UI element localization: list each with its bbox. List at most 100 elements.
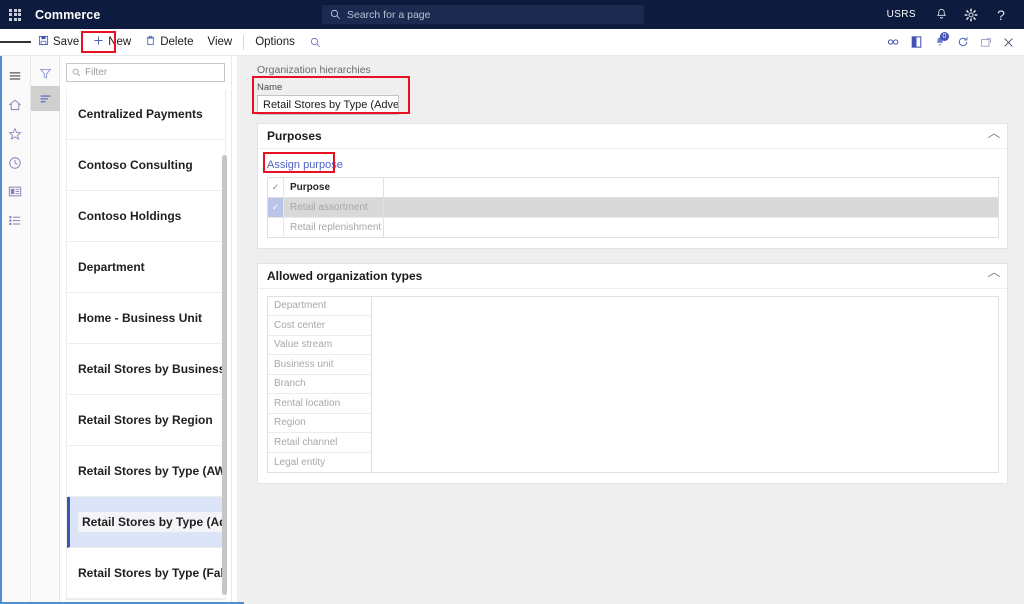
search-icon [330,9,341,20]
list-item-label: Retail Stores by Type (Fabrik.. [78,566,225,580]
allowed-types-section-header[interactable]: Allowed organization types [258,264,1007,289]
view-label: View [207,36,233,48]
chevron-up-icon[interactable] [987,131,1001,142]
new-button[interactable]: New [86,29,138,56]
save-button[interactable]: Save [31,29,86,56]
row-checkmark-icon[interactable]: ✓ [268,197,284,217]
list-item-label: Contoso Consulting [78,158,193,172]
application-window: Commerce Search for a page USRS ? Save N… [0,0,1024,604]
view-menu-button[interactable]: View [200,29,239,56]
allowed-type-cell[interactable]: Cost center [268,316,372,336]
allowed-type-cell[interactable]: Branch [268,374,372,394]
allowed-type-cell[interactable]: Value stream [268,335,372,355]
delete-button[interactable]: Delete [138,29,200,56]
recent-clock-icon[interactable] [0,148,31,177]
allowed-type-cell[interactable]: Region [268,413,372,433]
list-item-label: Retail Stores by Type (AW) [78,464,225,478]
hamburger-icon[interactable] [0,61,31,90]
list-item-label: Contoso Holdings [78,209,182,223]
allowed-types-grid: Department Cost center Value stream Busines… [267,295,999,473]
purposes-column-header[interactable]: Purpose [284,178,384,197]
list-item[interactable]: Contoso Consulting [67,140,225,191]
search-icon [72,64,81,82]
list-item[interactable]: Centralized Payments [67,89,225,140]
company-selector[interactable]: USRS [877,9,926,20]
allowed-types-section-body: Department Cost center Value stream Busines… [258,295,1007,473]
toolbar-search-icon[interactable] [302,29,329,56]
close-icon[interactable] [997,29,1020,56]
home-icon[interactable] [0,90,31,119]
toolbar-right-actions: 0 [882,29,1024,56]
navigation-menu-button[interactable] [0,29,31,56]
purposes-grid-row[interactable]: Retail replenishment [268,217,998,237]
purposes-section-header[interactable]: Purposes [258,124,1007,149]
name-field-group: Name Retail Stores by Type (Adventur... [244,76,1024,115]
allowed-type-cell[interactable]: Retail channel [268,433,372,453]
purposes-grid-row[interactable]: ✓ Retail assortment [268,197,998,217]
plus-icon [93,35,104,49]
global-search-input[interactable]: Search for a page [322,5,644,24]
purposes-grid-header: ✓ Purpose [268,178,998,198]
favorites-star-icon[interactable] [0,119,31,148]
purpose-name-cell[interactable]: Retail replenishment [284,218,384,237]
app-title: Commerce [35,7,101,22]
allowed-type-cell[interactable]: Legal entity [268,452,372,472]
records-list-scroll-area[interactable]: Centralized Payments Contoso Consulting Co… [60,88,232,604]
chevron-up-icon[interactable] [987,270,1001,281]
gear-icon[interactable] [956,0,986,29]
list-item[interactable]: Contoso Holdings [67,191,225,242]
save-icon [38,35,49,49]
purposes-grid-rows: ✓ Retail assortment Retail replenishment [268,197,998,237]
list-item[interactable]: Retail Stores by Type (Fabrik.. [67,548,225,599]
list-item[interactable]: Retail Stores by Business Unit [67,344,225,395]
topbar-right-actions: USRS ? [877,0,1016,29]
help-icon[interactable]: ? [986,0,1016,29]
office-icon[interactable] [905,29,928,56]
trash-icon [145,35,156,49]
row-checkbox[interactable] [268,218,284,237]
allowed-type-cell[interactable]: Rental location [268,394,372,414]
navigation-rail [0,56,31,604]
list-item-label: Retail Stores by Region [78,413,213,427]
purpose-name-cell[interactable]: Retail assortment [284,197,384,217]
options-label: Options [255,36,295,48]
list-item[interactable]: Retail Stores by Type (Advent [67,497,225,548]
list-item-label: Home - Business Unit [78,311,203,325]
allowed-types-column: Department Cost center Value stream Busines… [268,296,372,472]
list-item[interactable]: Retail Stores by Type (AW) [67,446,225,497]
allowed-type-cell[interactable]: Business unit [268,355,372,375]
bell-icon[interactable] [926,0,956,29]
list-scrollbar[interactable] [222,155,227,595]
name-input[interactable]: Retail Stores by Type (Adventur... [257,95,399,115]
refresh-icon[interactable] [951,29,974,56]
attach-icon[interactable] [882,29,905,56]
filter-input[interactable]: Filter [66,63,225,82]
notification-badge-count: 0 [940,31,949,41]
top-navigation-bar: Commerce Search for a page USRS ? [0,0,1024,29]
left-accent-bar [0,56,2,604]
filter-placeholder: Filter [85,67,108,78]
notifications-icon[interactable]: 0 [928,29,951,56]
records-list-panel: Filter Centralized Payments Contoso Consu… [60,56,232,604]
assign-purpose-button[interactable]: Assign purpose [267,159,343,171]
select-all-checkmark-icon[interactable]: ✓ [268,178,284,197]
purposes-grid: ✓ Purpose ✓ Retail assortment Retail reple… [267,177,999,238]
allowed-types-title: Allowed organization types [267,268,423,283]
workspaces-icon[interactable] [0,177,31,206]
save-label: Save [53,36,80,48]
allowed-type-cell[interactable]: Department [268,296,372,316]
options-menu-button[interactable]: Options [248,29,302,56]
panel-splitter[interactable] [237,56,244,604]
list-view-icon[interactable] [31,86,60,111]
list-item[interactable]: Department [67,242,225,293]
filter-icon[interactable] [31,61,60,86]
list-item[interactable]: Retail Stores by Region [67,395,225,446]
purposes-section-body: Assign purpose ✓ Purpose ✓ Retail assortm… [258,149,1007,238]
list-item[interactable]: Home - Business Unit [67,293,225,344]
action-pane-toolbar: Save New Delete View Options 0 [0,29,1024,56]
new-label: New [108,36,132,48]
modules-list-icon[interactable] [0,206,31,235]
popout-icon[interactable] [974,29,997,56]
app-launcher-icon[interactable] [0,0,30,29]
purposes-row-filler [384,218,998,237]
